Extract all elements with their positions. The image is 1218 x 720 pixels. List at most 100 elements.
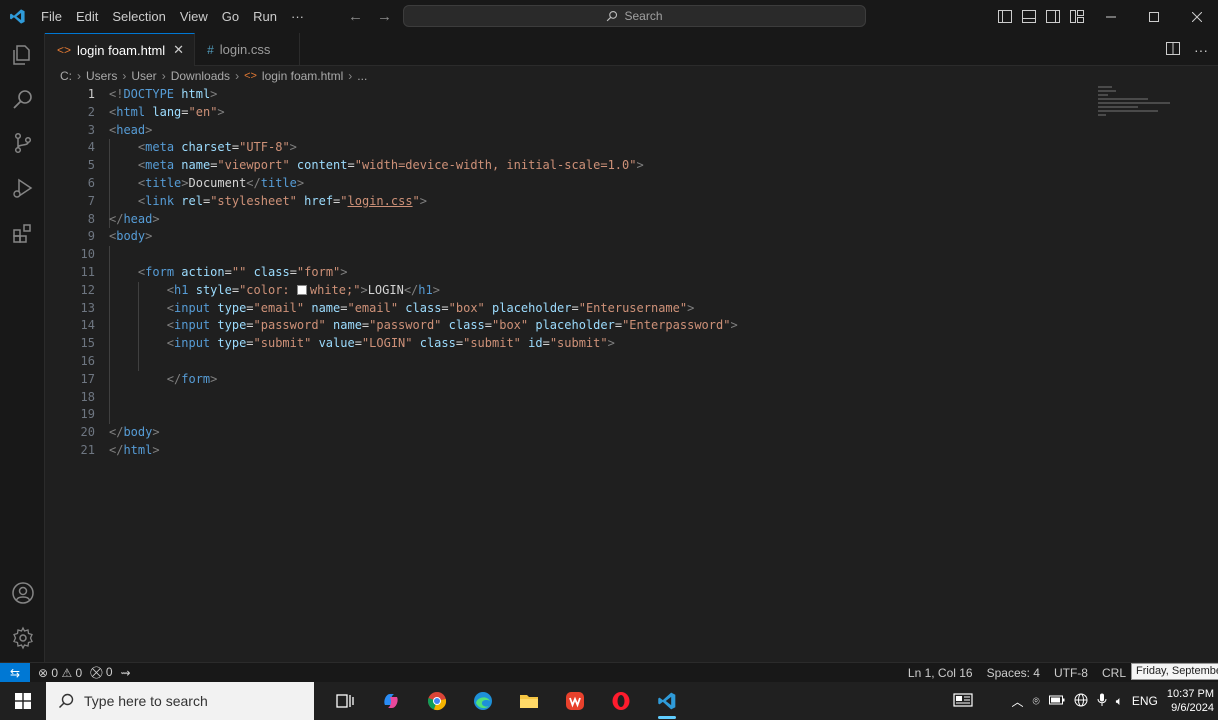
- code-token: "password": [253, 318, 326, 333]
- code-line[interactable]: [109, 406, 738, 424]
- minimap[interactable]: [1098, 86, 1178, 126]
- breadcrumb-item[interactable]: Users: [86, 69, 117, 83]
- taskbar-apps: [322, 682, 690, 720]
- code-line[interactable]: <input type="email" name="email" class="…: [109, 300, 738, 318]
- code-line[interactable]: <form action="" class="form">: [109, 264, 738, 282]
- clock[interactable]: 10:37 PM 9/6/2024: [1167, 687, 1214, 715]
- file-explorer-icon[interactable]: [506, 682, 552, 720]
- code-token: ": [412, 193, 420, 208]
- code-line[interactable]: </html>: [109, 442, 738, 460]
- live-share-icon[interactable]: ⇝: [121, 666, 131, 680]
- opera-icon[interactable]: [598, 682, 644, 720]
- breadcrumb-item[interactable]: Downloads: [171, 69, 230, 83]
- edge-icon[interactable]: [460, 682, 506, 720]
- tab-login-foam-html[interactable]: <> login foam.html ✕: [45, 33, 196, 66]
- code-lines[interactable]: <!DOCTYPE html> <html lang="en"> <head> <m…: [109, 86, 738, 460]
- code-token: "email": [347, 300, 399, 315]
- news-widget-icon[interactable]: [953, 692, 974, 711]
- title-bar: File Edit Selection View Go Run ··· ← → …: [0, 0, 1218, 33]
- file-encoding[interactable]: UTF-8: [1047, 666, 1095, 680]
- more-actions-icon[interactable]: ···: [1194, 42, 1208, 58]
- code-token: class: [253, 264, 290, 279]
- toggle-panel-icon[interactable]: [1017, 0, 1041, 33]
- close-window-button[interactable]: [1175, 0, 1218, 33]
- wps-office-icon[interactable]: [552, 682, 598, 720]
- customize-layout-icon[interactable]: [1065, 0, 1089, 33]
- breadcrumb-item[interactable]: User: [131, 69, 156, 83]
- battery-saver-icon[interactable]: ⌾: [1032, 694, 1039, 709]
- line-number: 1: [87, 87, 95, 101]
- explorer-icon[interactable]: [0, 33, 45, 77]
- run-debug-icon[interactable]: [0, 166, 45, 210]
- menu-selection[interactable]: Selection: [105, 0, 172, 33]
- code-editor[interactable]: 1 2 3 4 5 6 7 8 9 10 11 12 13 14 15 16 17 18 19 20 21 <!DOCT…: [45, 86, 1218, 662]
- code-token: "box": [448, 300, 485, 315]
- settings-gear-icon[interactable]: [0, 616, 45, 660]
- code-token: "submit": [549, 336, 608, 351]
- network-globe-icon[interactable]: [1074, 693, 1088, 710]
- code-line[interactable]: </body>: [109, 424, 738, 442]
- ports-indicator[interactable]: ⛒ 0: [90, 665, 112, 680]
- toggle-primary-sidebar-icon[interactable]: [993, 0, 1017, 33]
- code-token: <: [166, 300, 175, 315]
- breadcrumb-item[interactable]: login foam.html: [262, 69, 343, 83]
- breadcrumb-item[interactable]: C:: [60, 69, 72, 83]
- toggle-secondary-sidebar-icon[interactable]: [1041, 0, 1065, 33]
- menu-more[interactable]: ···: [284, 0, 311, 33]
- volume-icon[interactable]: 🔈︎: [1116, 694, 1123, 709]
- code-token: placeholder: [492, 300, 572, 315]
- command-center-search[interactable]: Search: [403, 5, 866, 27]
- menu-file[interactable]: File: [34, 0, 69, 33]
- code-line[interactable]: <meta name="viewport" content="width=dev…: [109, 157, 738, 175]
- code-line[interactable]: <input type="submit" value="LOGIN" class…: [109, 335, 738, 353]
- code-line[interactable]: <head>: [109, 122, 738, 140]
- error-count: 0: [51, 665, 59, 680]
- code-line[interactable]: <!DOCTYPE html>: [109, 86, 738, 104]
- code-line[interactable]: </form>: [109, 371, 738, 389]
- accounts-icon[interactable]: [0, 571, 45, 615]
- back-arrow-icon[interactable]: ←: [348, 8, 363, 25]
- minimize-button[interactable]: [1089, 0, 1132, 33]
- indentation[interactable]: Spaces: 4: [980, 666, 1047, 680]
- forward-arrow-icon[interactable]: →: [377, 8, 392, 25]
- code-line[interactable]: [109, 353, 738, 371]
- problems-indicator[interactable]: ⊗ 0 ⚠ 0: [38, 666, 82, 680]
- code-line[interactable]: <input type="password" name="password" c…: [109, 317, 738, 335]
- code-token: name: [333, 318, 362, 333]
- split-editor-icon[interactable]: [1166, 41, 1180, 58]
- search-view-icon[interactable]: [0, 77, 45, 121]
- input-language[interactable]: ENG: [1132, 694, 1158, 708]
- start-button[interactable]: [0, 682, 46, 720]
- menu-view[interactable]: View: [173, 0, 215, 33]
- chrome-icon[interactable]: [414, 682, 460, 720]
- code-line[interactable]: <h1 style="color: white;">LOGIN</h1>: [109, 282, 738, 300]
- menu-edit[interactable]: Edit: [69, 0, 105, 33]
- code-line[interactable]: <link rel="stylesheet" href="login.css">: [109, 193, 738, 211]
- vscode-taskbar-icon[interactable]: [644, 682, 690, 720]
- microphone-icon[interactable]: [1097, 693, 1107, 710]
- close-tab-icon[interactable]: ✕: [173, 42, 184, 58]
- code-line[interactable]: <html lang="en">: [109, 104, 738, 122]
- show-hidden-icons-chevron-icon[interactable]: ︿: [1011, 693, 1023, 710]
- maximize-button[interactable]: [1132, 0, 1175, 33]
- breadcrumb-item[interactable]: ...: [357, 69, 367, 83]
- copilot-icon[interactable]: [368, 682, 414, 720]
- code-line[interactable]: <title>Document</title>: [109, 175, 738, 193]
- extensions-icon[interactable]: [0, 212, 45, 256]
- tab-login-css[interactable]: # login.css ✕: [195, 33, 301, 66]
- taskbar-search-box[interactable]: Type here to search: [46, 682, 314, 720]
- cursor-position[interactable]: Ln 1, Col 16: [901, 666, 980, 680]
- code-token: name: [181, 158, 211, 173]
- battery-icon[interactable]: [1048, 694, 1065, 708]
- code-token: html: [116, 104, 146, 119]
- task-view-icon[interactable]: [322, 682, 368, 720]
- menu-go[interactable]: Go: [215, 0, 246, 33]
- remote-indicator-icon[interactable]: ⇆: [0, 662, 30, 683]
- code-line[interactable]: <body>: [109, 228, 738, 246]
- code-line[interactable]: </head>: [109, 211, 738, 229]
- code-line[interactable]: [109, 246, 738, 264]
- source-control-icon[interactable]: [0, 121, 45, 165]
- code-line[interactable]: <meta charset="UTF-8">: [109, 139, 738, 157]
- menu-run[interactable]: Run: [246, 0, 284, 33]
- code-line[interactable]: [109, 389, 738, 407]
